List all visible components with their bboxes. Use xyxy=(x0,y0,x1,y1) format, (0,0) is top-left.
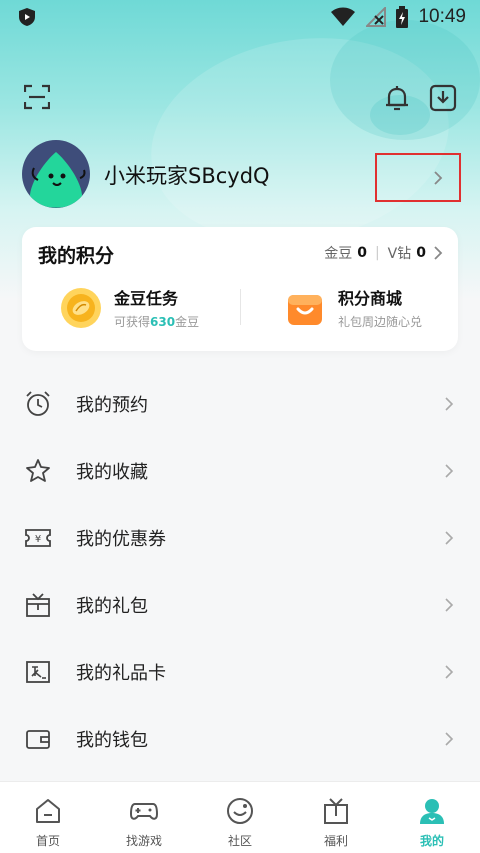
chevron-right-icon xyxy=(445,530,454,545)
vdiamond-label: V钻 xyxy=(387,246,412,262)
download-icon[interactable] xyxy=(429,84,457,112)
gold-task-entry[interactable]: 金豆任务 可获得630金豆 xyxy=(60,285,199,330)
chevron-right-icon xyxy=(434,246,443,260)
tab-community[interactable]: 社区 xyxy=(192,782,288,853)
menu-label: 我的礼品卡 xyxy=(76,662,166,684)
tab-mine[interactable]: 我的 xyxy=(384,782,480,853)
star-icon xyxy=(26,458,50,482)
tab-label: 社区 xyxy=(227,834,252,848)
menu-item-gift-cards[interactable]: 我的礼品卡 xyxy=(0,638,480,705)
tab-home[interactable]: 首页 xyxy=(0,782,96,853)
bottom-tab-bar: 首页 找游戏 社区 福利 我的 xyxy=(0,781,480,853)
alarm-clock-icon xyxy=(26,390,50,416)
status-time: 10:49 xyxy=(418,6,466,27)
chevron-right-icon xyxy=(445,731,454,746)
gold-label: 金豆 xyxy=(324,246,353,262)
menu-label: 我的钱包 xyxy=(76,729,148,751)
app-shield-icon xyxy=(19,8,35,26)
gamepad-icon xyxy=(130,803,158,820)
avatar-mascot-icon xyxy=(29,152,86,208)
wifi-icon xyxy=(331,7,356,26)
chevron-right-icon xyxy=(445,664,454,679)
tab-label: 首页 xyxy=(35,834,60,848)
tab-label: 找游戏 xyxy=(125,834,162,848)
scan-icon[interactable] xyxy=(24,84,50,110)
chevron-right-icon xyxy=(445,396,454,411)
bell-icon[interactable] xyxy=(383,84,411,112)
menu-label: 我的收藏 xyxy=(76,461,148,483)
gift-icon xyxy=(324,798,348,824)
gift-box-icon xyxy=(26,592,50,617)
points-title: 我的积分 xyxy=(38,245,115,267)
menu-item-wallet[interactable]: 我的钱包 xyxy=(0,705,480,772)
status-bar: 10:49 xyxy=(0,0,480,34)
menu-label: 我的优惠券 xyxy=(76,528,166,550)
menu-item-favorites[interactable]: 我的收藏 xyxy=(0,437,480,504)
coupon-icon: ¥ xyxy=(25,528,51,547)
no-signal-icon xyxy=(366,7,387,27)
tab-find-games[interactable]: 找游戏 xyxy=(96,782,192,853)
gold-task-title: 金豆任务 xyxy=(114,289,179,308)
menu-label: 我的预约 xyxy=(76,394,148,416)
shopping-bag-icon xyxy=(288,294,322,325)
menu-label: 我的礼包 xyxy=(76,595,148,617)
tab-label: 福利 xyxy=(323,834,348,848)
points-card: 我的积分 金豆 0 | V钻 0 金豆任务 可获得630金豆 积分商城 礼包周边… xyxy=(22,227,458,351)
tab-label: 我的 xyxy=(419,834,444,848)
gold-value: 0 xyxy=(357,245,367,261)
points-summary[interactable]: 金豆 0 | V钻 0 xyxy=(324,243,444,263)
gift-card-icon xyxy=(26,660,50,683)
gold-coin-icon xyxy=(61,287,101,328)
tab-welfare[interactable]: 福利 xyxy=(288,782,384,853)
avatar[interactable] xyxy=(22,140,90,208)
card-divider xyxy=(240,289,241,325)
svg-text:¥: ¥ xyxy=(35,534,41,545)
battery-charging-icon xyxy=(396,6,409,28)
points-mall-title: 积分商城 xyxy=(338,289,403,308)
chevron-right-icon xyxy=(445,463,454,478)
menu-list: 我的预约 我的收藏 ¥ 我的优惠券 我的礼包 我的礼品卡 我的钱包 xyxy=(0,370,480,772)
menu-item-coupons[interactable]: ¥ 我的优惠券 xyxy=(0,504,480,571)
points-mall-subtitle: 礼包周边随心兑 xyxy=(338,315,423,329)
username[interactable]: 小米玩家SBcydQ xyxy=(104,160,270,190)
home-icon xyxy=(36,799,60,823)
chevron-right-icon xyxy=(445,597,454,612)
menu-item-reservations[interactable]: 我的预约 xyxy=(0,370,480,437)
community-icon xyxy=(227,798,253,824)
gold-task-amount: 630 xyxy=(150,315,176,329)
wallet-icon xyxy=(26,729,50,749)
profile-detail-link[interactable] xyxy=(375,153,461,202)
points-mall-entry[interactable]: 积分商城 礼包周边随心兑 xyxy=(284,285,422,330)
user-icon xyxy=(420,799,444,824)
menu-item-gift-packs[interactable]: 我的礼包 xyxy=(0,571,480,638)
vdiamond-value: 0 xyxy=(416,245,426,261)
gold-task-subtitle: 可获得630金豆 xyxy=(114,315,200,329)
chevron-right-icon xyxy=(434,170,443,185)
